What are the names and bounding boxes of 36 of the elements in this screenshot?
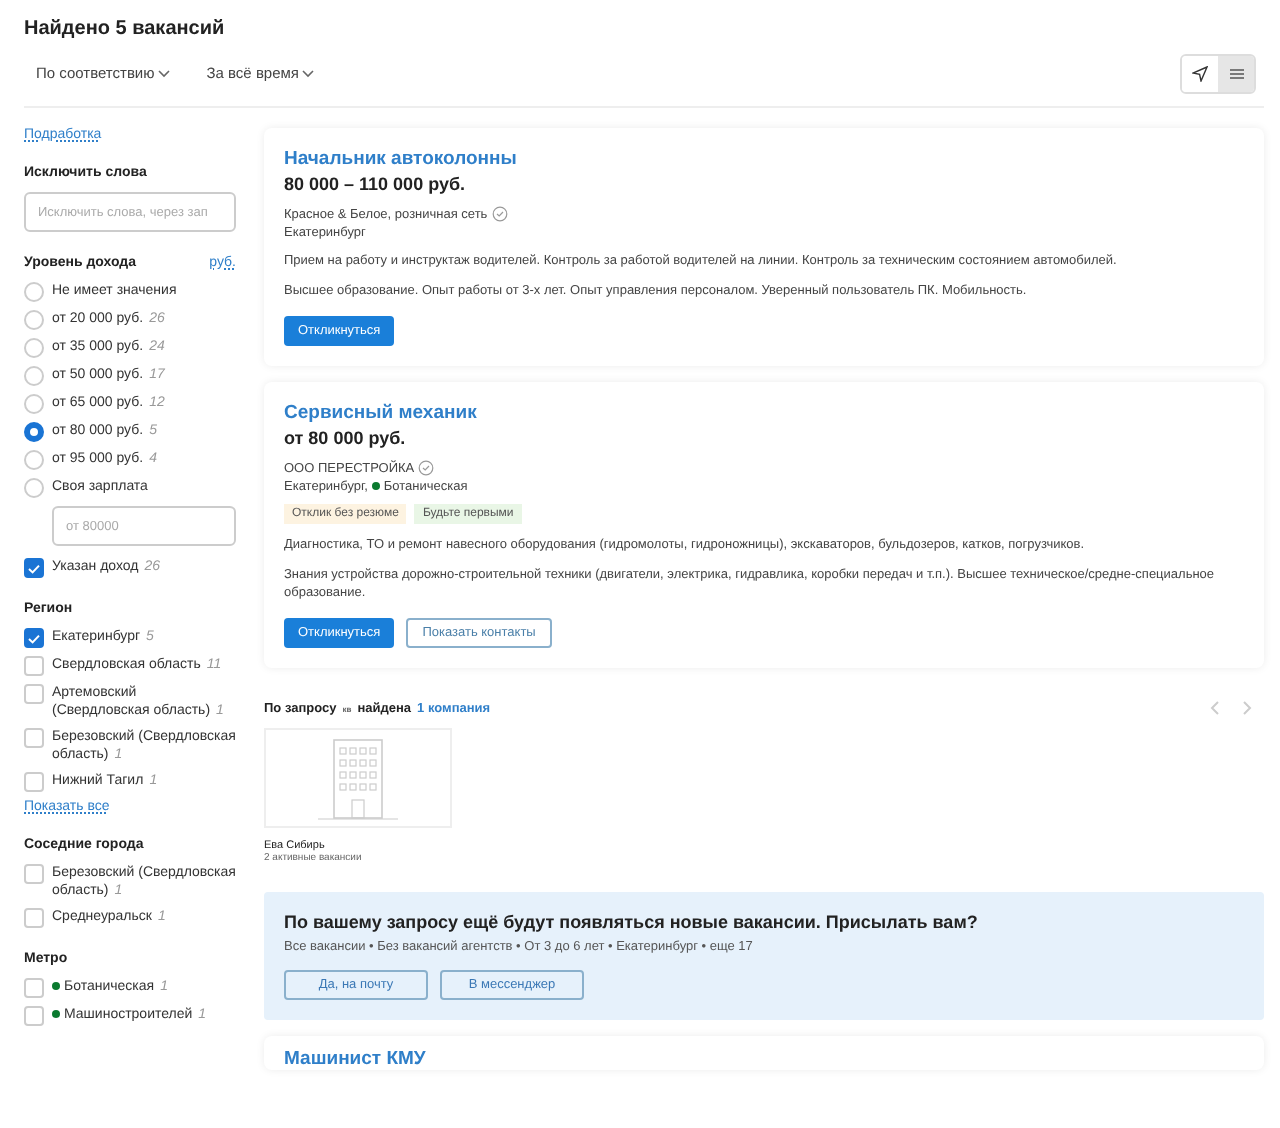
radio-button[interactable] [24, 422, 44, 442]
vacancy-title-link[interactable]: Машинист КМУ [284, 1048, 1244, 1070]
chevron-right-icon[interactable] [1242, 700, 1252, 716]
salary: от 80 000 руб. [284, 428, 408, 448]
radio-button[interactable] [24, 366, 44, 386]
radio-button[interactable] [24, 450, 44, 470]
chevron-left-icon[interactable] [1210, 700, 1220, 716]
checkmark-icon [28, 563, 40, 573]
salary: 80 000 – 110 000 руб. [284, 174, 468, 194]
vacancy-title-link[interactable]: Начальник автоколонны [284, 148, 1244, 170]
building-icon [318, 736, 398, 820]
checkbox[interactable] [24, 908, 44, 928]
radio-button[interactable] [24, 394, 44, 414]
radio-button[interactable] [24, 338, 44, 358]
checkbox[interactable] [24, 864, 44, 884]
view-toggle-button[interactable] [1218, 55, 1254, 91]
chevron-down-icon [158, 69, 171, 77]
chevron-down-icon [302, 69, 315, 77]
checkbox[interactable] [24, 684, 44, 704]
navigation-arrow-icon [1192, 65, 1208, 81]
subscribe-title: По вашему запросу ещё будут появляться новые вакансии. Присылать вам? [284, 912, 980, 932]
menu-icon [1229, 67, 1243, 79]
radio-button[interactable] [24, 282, 44, 302]
checkbox[interactable] [24, 656, 44, 676]
checkbox[interactable] [24, 558, 44, 578]
checkbox[interactable] [24, 978, 44, 998]
company-logo[interactable] [264, 728, 452, 828]
radio-button[interactable] [24, 478, 44, 498]
checkmark-icon [28, 633, 40, 643]
checkbox[interactable] [24, 728, 44, 748]
checkbox[interactable] [24, 628, 44, 648]
results-title: Найдено 5 вакансий [24, 16, 227, 40]
radio-button[interactable] [24, 310, 44, 330]
vacancy-title-link[interactable]: Сервисный механик [284, 402, 1244, 424]
checkbox[interactable] [24, 772, 44, 792]
checkbox[interactable] [24, 1006, 44, 1026]
